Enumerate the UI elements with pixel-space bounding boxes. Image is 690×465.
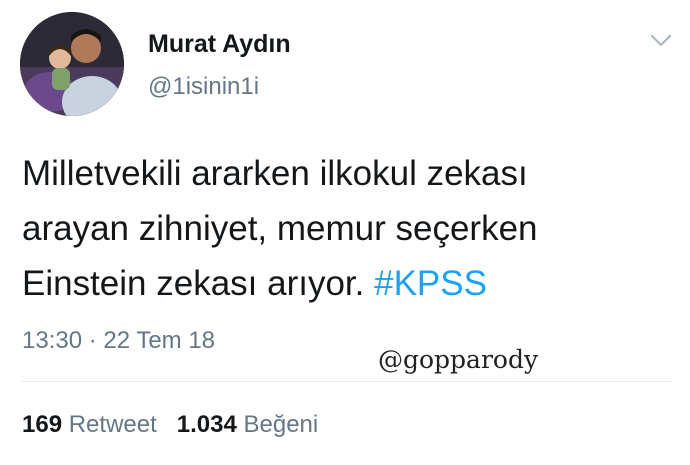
tweet-text-line: Einstein zekası arıyor. #KPSS bbox=[22, 256, 672, 311]
tweet-text: Milletvekili ararken ilkokul zekası aray… bbox=[22, 146, 672, 311]
display-name[interactable]: Murat Aydın bbox=[148, 30, 291, 59]
watermark: @gopparody bbox=[378, 345, 539, 374]
likes-label: Beğeni bbox=[243, 411, 319, 438]
tweet-text-line: Milletvekili ararken ilkokul zekası bbox=[22, 154, 528, 193]
tweet-timestamp[interactable]: 13:30 · 22 Tem 18 bbox=[22, 327, 215, 355]
divider bbox=[22, 381, 672, 382]
chevron-down-icon[interactable] bbox=[650, 34, 672, 48]
tweet-text-segment: Einstein zekası arıyor. bbox=[22, 264, 375, 303]
hashtag-link[interactable]: #KPSS bbox=[374, 264, 487, 303]
user-handle[interactable]: @1isinin1i bbox=[148, 73, 259, 101]
avatar[interactable] bbox=[20, 12, 124, 116]
retweets-label: Retweet bbox=[68, 411, 157, 438]
likes-count: 1.034 bbox=[176, 411, 237, 438]
retweets-count: 169 bbox=[22, 411, 63, 438]
likes-stat[interactable]: 1.034 Beğeni bbox=[177, 411, 318, 439]
tweet-text-line: arayan zihniyet, memur seçerken bbox=[22, 209, 538, 248]
tweet-card: Murat Aydın @1isinin1i Milletvekili arar… bbox=[0, 0, 690, 465]
tweet-stats: 169 Retweet 1.034 Beğeni bbox=[22, 411, 318, 439]
retweets-stat[interactable]: 169 Retweet bbox=[22, 411, 157, 439]
